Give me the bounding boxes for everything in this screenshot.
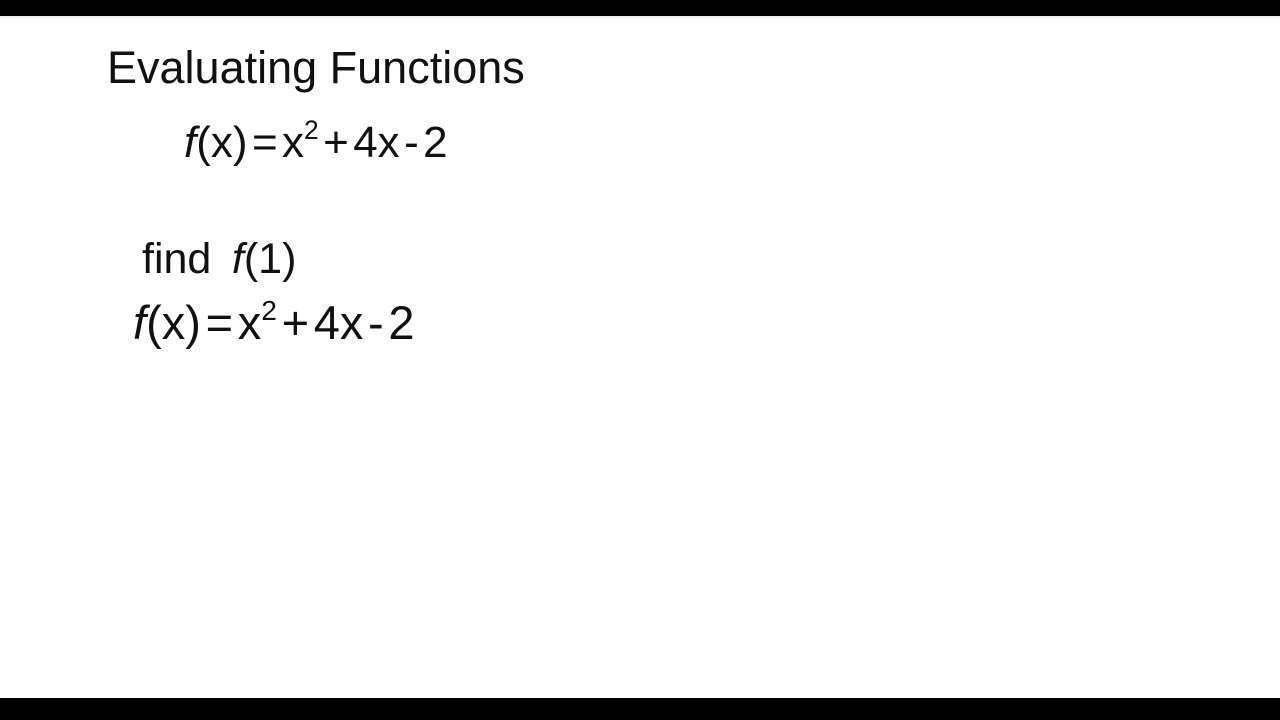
function-argument: (x) — [146, 296, 201, 349]
minus-sign: - — [368, 296, 384, 349]
minus-sign: - — [404, 118, 419, 167]
function-argument-one: (1) — [243, 235, 297, 283]
find-keyword: find — [142, 235, 212, 283]
base-x: x — [237, 296, 262, 349]
equation-function-definition: f(x)=x2+4x-2 — [184, 117, 448, 167]
function-name-f: f — [184, 118, 197, 167]
plus-sign: + — [281, 296, 310, 349]
base-x: x — [282, 118, 305, 167]
linear-term: 4x — [313, 296, 364, 349]
constant-term: 2 — [388, 296, 415, 349]
instruction-find-f-of-1: find f(1) — [142, 235, 297, 283]
function-name-f: f — [133, 296, 147, 349]
plus-sign: + — [323, 118, 349, 167]
function-argument: (x) — [196, 118, 248, 167]
function-name-f: f — [231, 235, 244, 283]
letterbox-bar-bottom — [0, 698, 1280, 720]
slide-canvas: Evaluating Functions f(x)=x2+4x-2 find f… — [0, 16, 1280, 698]
equals-sign: = — [205, 296, 234, 349]
equals-sign: = — [251, 118, 278, 167]
equation-function-restated: f(x)=x2+4x-2 — [133, 295, 415, 349]
video-frame: Evaluating Functions f(x)=x2+4x-2 find f… — [0, 0, 1280, 720]
linear-term: 4x — [353, 118, 400, 167]
slide-content: Evaluating Functions f(x)=x2+4x-2 find f… — [0, 16, 1280, 698]
constant-term: 2 — [423, 118, 448, 167]
exponent-two: 2 — [304, 114, 319, 145]
page-title: Evaluating Functions — [107, 42, 525, 93]
letterbox-bar-top — [0, 0, 1280, 16]
exponent-two: 2 — [261, 293, 277, 326]
